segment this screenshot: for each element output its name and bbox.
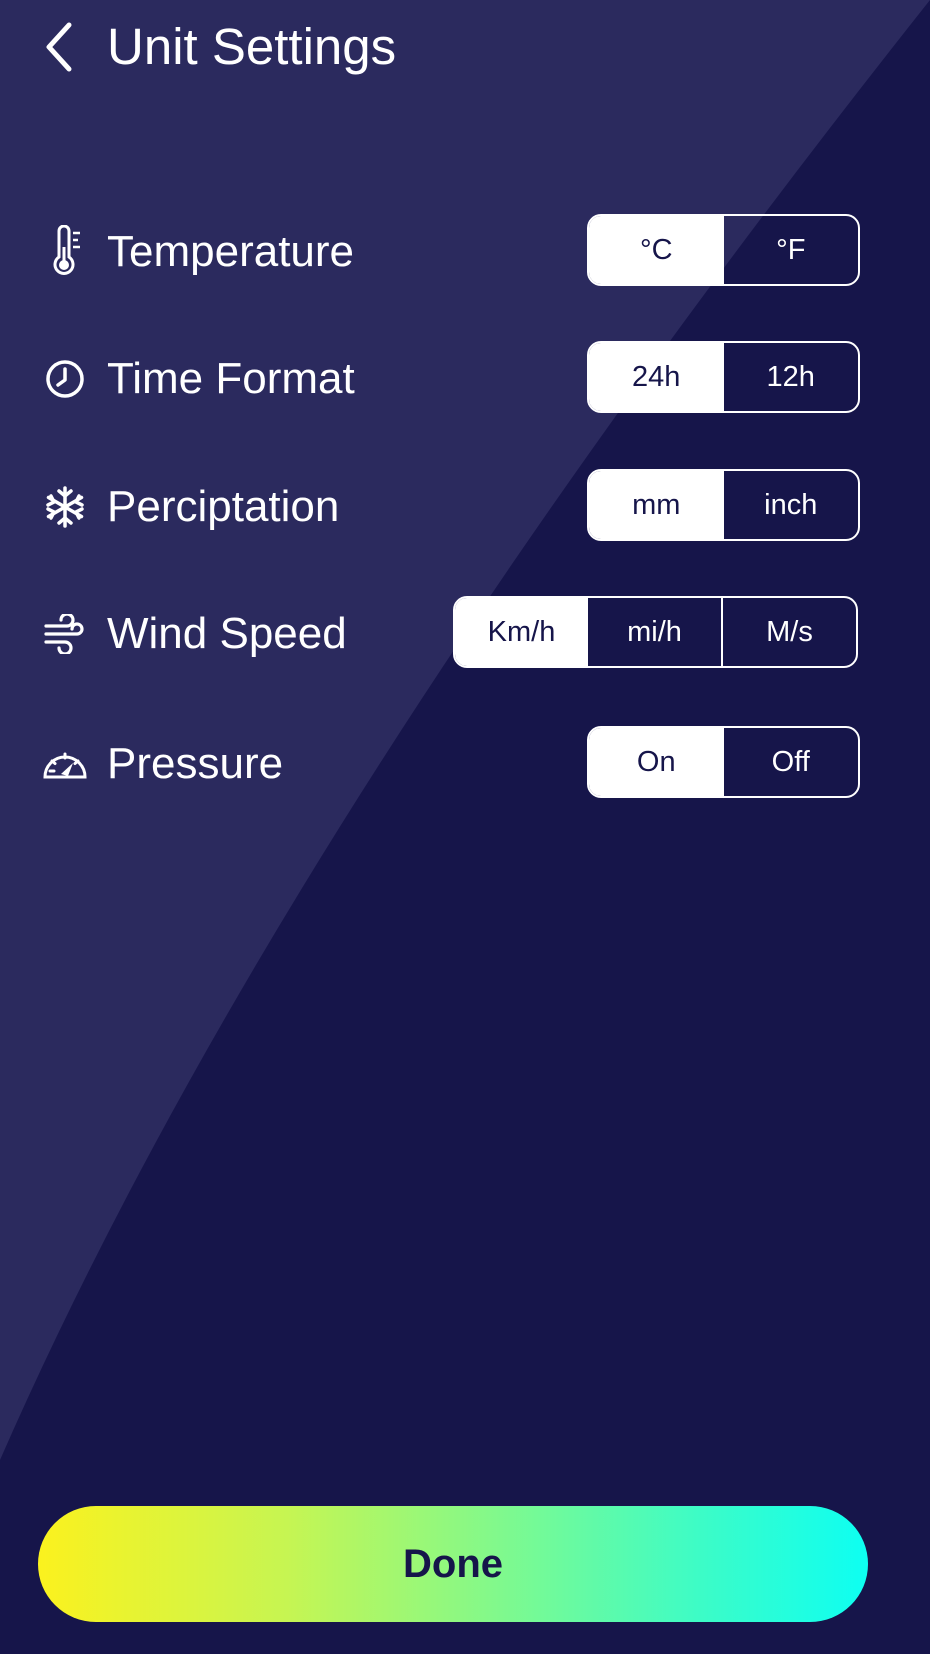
header: Unit Settings bbox=[0, 0, 930, 100]
pressure-label: Pressure bbox=[107, 739, 284, 788]
time-format-option-24h[interactable]: 24h bbox=[589, 343, 724, 411]
temperature-option-celsius[interactable]: °C bbox=[589, 216, 724, 284]
wind-speed-option-mih[interactable]: mi/h bbox=[588, 598, 721, 666]
wind-icon bbox=[38, 596, 92, 672]
wind-speed-option-ms[interactable]: M/s bbox=[721, 598, 856, 666]
precipitation-label: Perciptation bbox=[107, 482, 340, 531]
setting-row-temperature: Temperature °C °F bbox=[0, 214, 930, 290]
time-format-label: Time Format bbox=[107, 354, 355, 403]
chevron-left-icon bbox=[46, 22, 72, 72]
page-title: Unit Settings bbox=[107, 18, 397, 75]
thermometer-icon bbox=[38, 214, 92, 290]
done-button-label: Done bbox=[403, 1541, 503, 1586]
wind-speed-option-kmh[interactable]: Km/h bbox=[455, 598, 588, 666]
done-button[interactable]: Done bbox=[38, 1506, 868, 1622]
precipitation-option-mm[interactable]: mm bbox=[589, 471, 724, 539]
temperature-option-fahrenheit[interactable]: °F bbox=[724, 216, 859, 284]
temperature-toggle: °C °F bbox=[587, 214, 860, 286]
pressure-option-on[interactable]: On bbox=[589, 728, 724, 796]
precipitation-option-inch[interactable]: inch bbox=[724, 471, 859, 539]
temperature-label: Temperature bbox=[107, 227, 355, 276]
wind-speed-label: Wind Speed bbox=[107, 609, 347, 658]
back-button[interactable] bbox=[30, 14, 86, 80]
pressure-toggle: On Off bbox=[587, 726, 860, 798]
setting-row-time-format: Time Format 24h 12h bbox=[0, 341, 930, 417]
time-format-option-12h[interactable]: 12h bbox=[724, 343, 859, 411]
wind-speed-toggle: Km/h mi/h M/s bbox=[453, 596, 858, 668]
precipitation-toggle: mm inch bbox=[587, 469, 860, 541]
setting-row-pressure: Pressure On Off bbox=[0, 726, 930, 802]
snowflake-icon bbox=[38, 469, 92, 545]
gauge-icon bbox=[38, 726, 92, 802]
setting-row-wind-speed: Wind Speed Km/h mi/h M/s bbox=[0, 596, 930, 672]
pressure-option-off[interactable]: Off bbox=[724, 728, 859, 796]
time-format-toggle: 24h 12h bbox=[587, 341, 860, 413]
setting-row-precipitation: Perciptation mm inch bbox=[0, 469, 930, 545]
clock-icon bbox=[38, 341, 92, 417]
